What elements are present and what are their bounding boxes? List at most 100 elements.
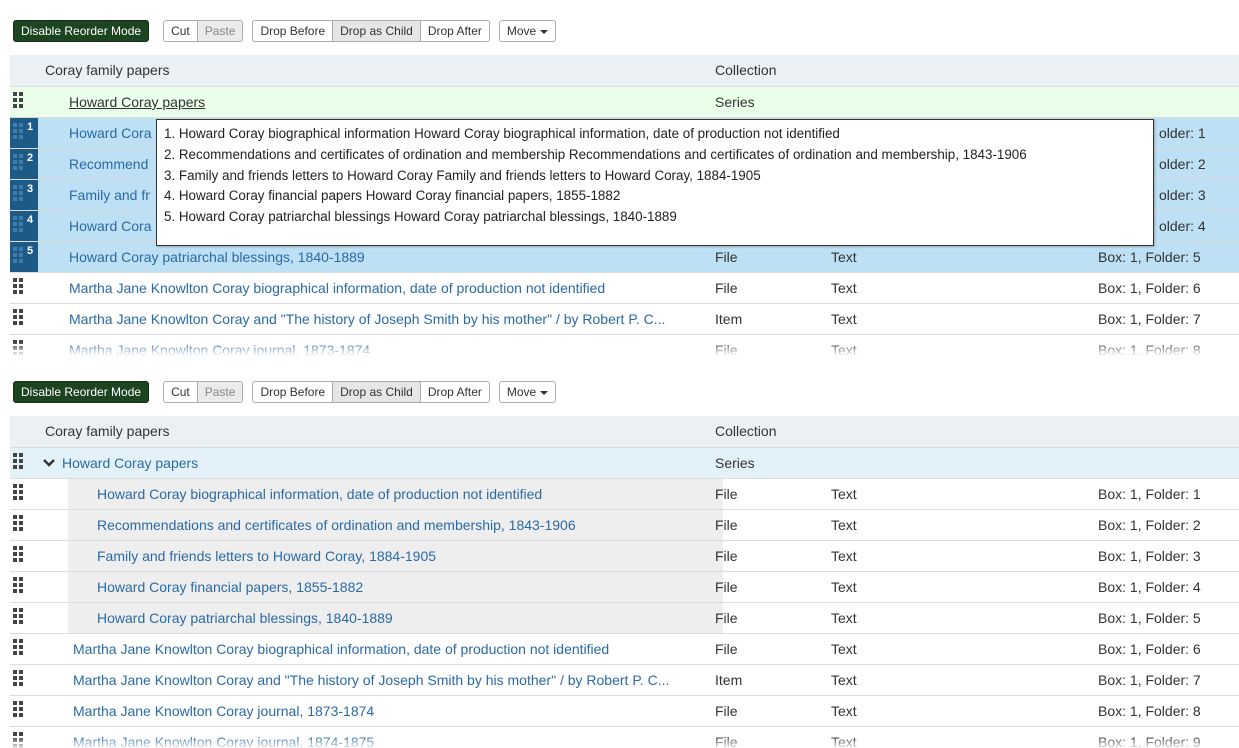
drop-before-button[interactable]: Drop Before: [252, 381, 334, 403]
root-title[interactable]: Coray family papers: [45, 416, 170, 446]
row-container: Box: 1, Folder: 5: [1098, 610, 1201, 626]
drop-group: Drop Before Drop as Child Drop After: [252, 381, 490, 403]
row-container: older: 3: [1159, 187, 1206, 203]
drag-handle[interactable]: [10, 541, 38, 571]
row-container: older: 4: [1159, 218, 1206, 234]
selection-number: 1: [27, 121, 34, 133]
drag-handle[interactable]: 4: [10, 211, 38, 241]
tree-row-child[interactable]: Howard Coray biographical information, d…: [10, 478, 1239, 509]
tree-row-root[interactable]: Coray family papers Collection: [10, 55, 1239, 86]
row-type: Text: [831, 641, 857, 657]
drop-after-button[interactable]: Drop After: [419, 20, 490, 42]
drag-handle[interactable]: 5: [10, 242, 38, 272]
tree-row[interactable]: Martha Jane Knowlton Coray journal, 1873…: [10, 695, 1239, 726]
row-title[interactable]: Martha Jane Knowlton Coray and "The hist…: [69, 304, 665, 334]
row-title[interactable]: Martha Jane Knowlton Coray and "The hist…: [73, 665, 669, 695]
grip-dots-icon: [13, 546, 23, 562]
tree-row-child[interactable]: Recommendations and certificates of ordi…: [10, 509, 1239, 540]
tree-row[interactable]: Martha Jane Knowlton Coray and "The hist…: [10, 664, 1239, 695]
row-type: Text: [831, 249, 857, 265]
row-container: Box: 1, Folder: 2: [1098, 517, 1201, 533]
cut-button[interactable]: Cut: [163, 20, 198, 42]
row-title[interactable]: Howard Cora: [69, 211, 151, 241]
drop-group: Drop Before Drop as Child Drop After: [252, 20, 490, 42]
drag-preview-item: 5. Howard Coray patriarchal blessings Ho…: [164, 209, 677, 225]
drag-handle[interactable]: [10, 665, 38, 695]
paste-button[interactable]: Paste: [196, 381, 244, 403]
row-title[interactable]: Howard Coray patriarchal blessings, 1840…: [69, 242, 365, 272]
row-title[interactable]: Howard Coray patriarchal blessings, 1840…: [97, 603, 393, 633]
row-container: Box: 1, Folder: 7: [1098, 672, 1201, 688]
grip-dots-icon: [13, 577, 23, 593]
row-title[interactable]: Family and friends letters to Howard Cor…: [97, 541, 436, 571]
drag-handle[interactable]: [10, 448, 38, 478]
row-title[interactable]: Howard Coray biographical information, d…: [97, 479, 542, 509]
grip-dots-icon: [13, 309, 23, 325]
drop-as-child-button[interactable]: Drop as Child: [332, 20, 421, 42]
row-level: File: [715, 610, 738, 626]
drop-after-button[interactable]: Drop After: [419, 381, 490, 403]
drag-handle[interactable]: [10, 603, 38, 633]
drag-handle[interactable]: 3: [10, 180, 38, 210]
tree-row-series-drop-target[interactable]: Howard Coray papers Series: [10, 86, 1239, 117]
row-title[interactable]: Martha Jane Knowlton Coray biographical …: [73, 634, 609, 664]
disable-reorder-button[interactable]: Disable Reorder Mode: [13, 381, 150, 403]
row-title[interactable]: Howard Coray financial papers, 1855-1882: [97, 572, 363, 602]
selection-number: 2: [27, 152, 34, 164]
row-level: File: [715, 641, 738, 657]
reorder-panel-dragging: Disable Reorder Mode Cut Paste Drop Befo…: [0, 0, 1239, 356]
row-title[interactable]: Martha Jane Knowlton Coray biographical …: [69, 273, 605, 303]
row-title[interactable]: Martha Jane Knowlton Coray journal, 1873…: [73, 696, 374, 726]
drag-preview-item: 1. Howard Coray biographical information…: [164, 126, 840, 141]
row-type: Text: [831, 517, 857, 533]
series-title[interactable]: Howard Coray papers: [62, 448, 198, 478]
tree-row[interactable]: Martha Jane Knowlton Coray and "The hist…: [10, 303, 1239, 334]
grip-dots-icon: [13, 608, 23, 624]
cut-button[interactable]: Cut: [163, 381, 198, 403]
row-container: Box: 1, Folder: 1: [1098, 486, 1201, 502]
move-dropdown-button[interactable]: Move: [498, 381, 557, 403]
row-container: Box: 1, Folder: 5: [1098, 249, 1201, 265]
tree-table: Coray family papers Collection Howard Co…: [10, 416, 1239, 748]
selection-number: 5: [27, 245, 34, 257]
drag-preview-item: 3. Family and friends letters to Howard …: [164, 167, 761, 183]
tree-row-child[interactable]: Howard Coray patriarchal blessings, 1840…: [10, 602, 1239, 633]
disable-reorder-button[interactable]: Disable Reorder Mode: [13, 20, 150, 42]
row-type: Text: [831, 486, 857, 502]
drop-before-button[interactable]: Drop Before: [252, 20, 334, 42]
row-title[interactable]: Family and fr: [69, 180, 150, 210]
row-level: Item: [715, 311, 743, 327]
move-dropdown-button[interactable]: Move: [498, 20, 557, 42]
tree-row[interactable]: Martha Jane Knowlton Coray biographical …: [10, 633, 1239, 664]
drag-handle[interactable]: [10, 273, 38, 303]
chevron-down-icon[interactable]: [43, 458, 55, 468]
row-type: Text: [831, 280, 857, 296]
drag-handle[interactable]: [10, 479, 38, 509]
row-level: File: [715, 548, 738, 564]
drag-handle[interactable]: [10, 634, 38, 664]
grip-dots-icon: [13, 453, 23, 469]
drag-handle[interactable]: [10, 696, 38, 726]
root-title[interactable]: Coray family papers: [45, 55, 170, 85]
drag-handle[interactable]: 1: [10, 118, 38, 148]
tree-row-child[interactable]: Howard Coray financial papers, 1855-1882…: [10, 571, 1239, 602]
tree-row-root[interactable]: Coray family papers Collection: [10, 416, 1239, 447]
drag-handle[interactable]: [10, 572, 38, 602]
clipboard-group: Cut Paste: [163, 20, 244, 42]
row-container: older: 2: [1159, 156, 1206, 172]
drag-handle[interactable]: 2: [10, 149, 38, 179]
drag-handle[interactable]: [10, 510, 38, 540]
drop-as-child-button[interactable]: Drop as Child: [332, 381, 421, 403]
row-type: Text: [831, 548, 857, 564]
row-title[interactable]: Recommend: [69, 149, 148, 179]
paste-button[interactable]: Paste: [196, 20, 244, 42]
tree-row-child[interactable]: Family and friends letters to Howard Cor…: [10, 540, 1239, 571]
tree-row[interactable]: Martha Jane Knowlton Coray biographical …: [10, 272, 1239, 303]
series-title[interactable]: Howard Coray papers: [69, 87, 205, 117]
row-title[interactable]: Recommendations and certificates of ordi…: [97, 510, 576, 540]
row-title[interactable]: Howard Cora: [69, 118, 151, 148]
tree-row-series[interactable]: Howard Coray papers Series: [10, 447, 1239, 478]
drag-handle[interactable]: [10, 87, 38, 117]
drag-handle[interactable]: [10, 304, 38, 334]
row-type: Text: [831, 311, 857, 327]
